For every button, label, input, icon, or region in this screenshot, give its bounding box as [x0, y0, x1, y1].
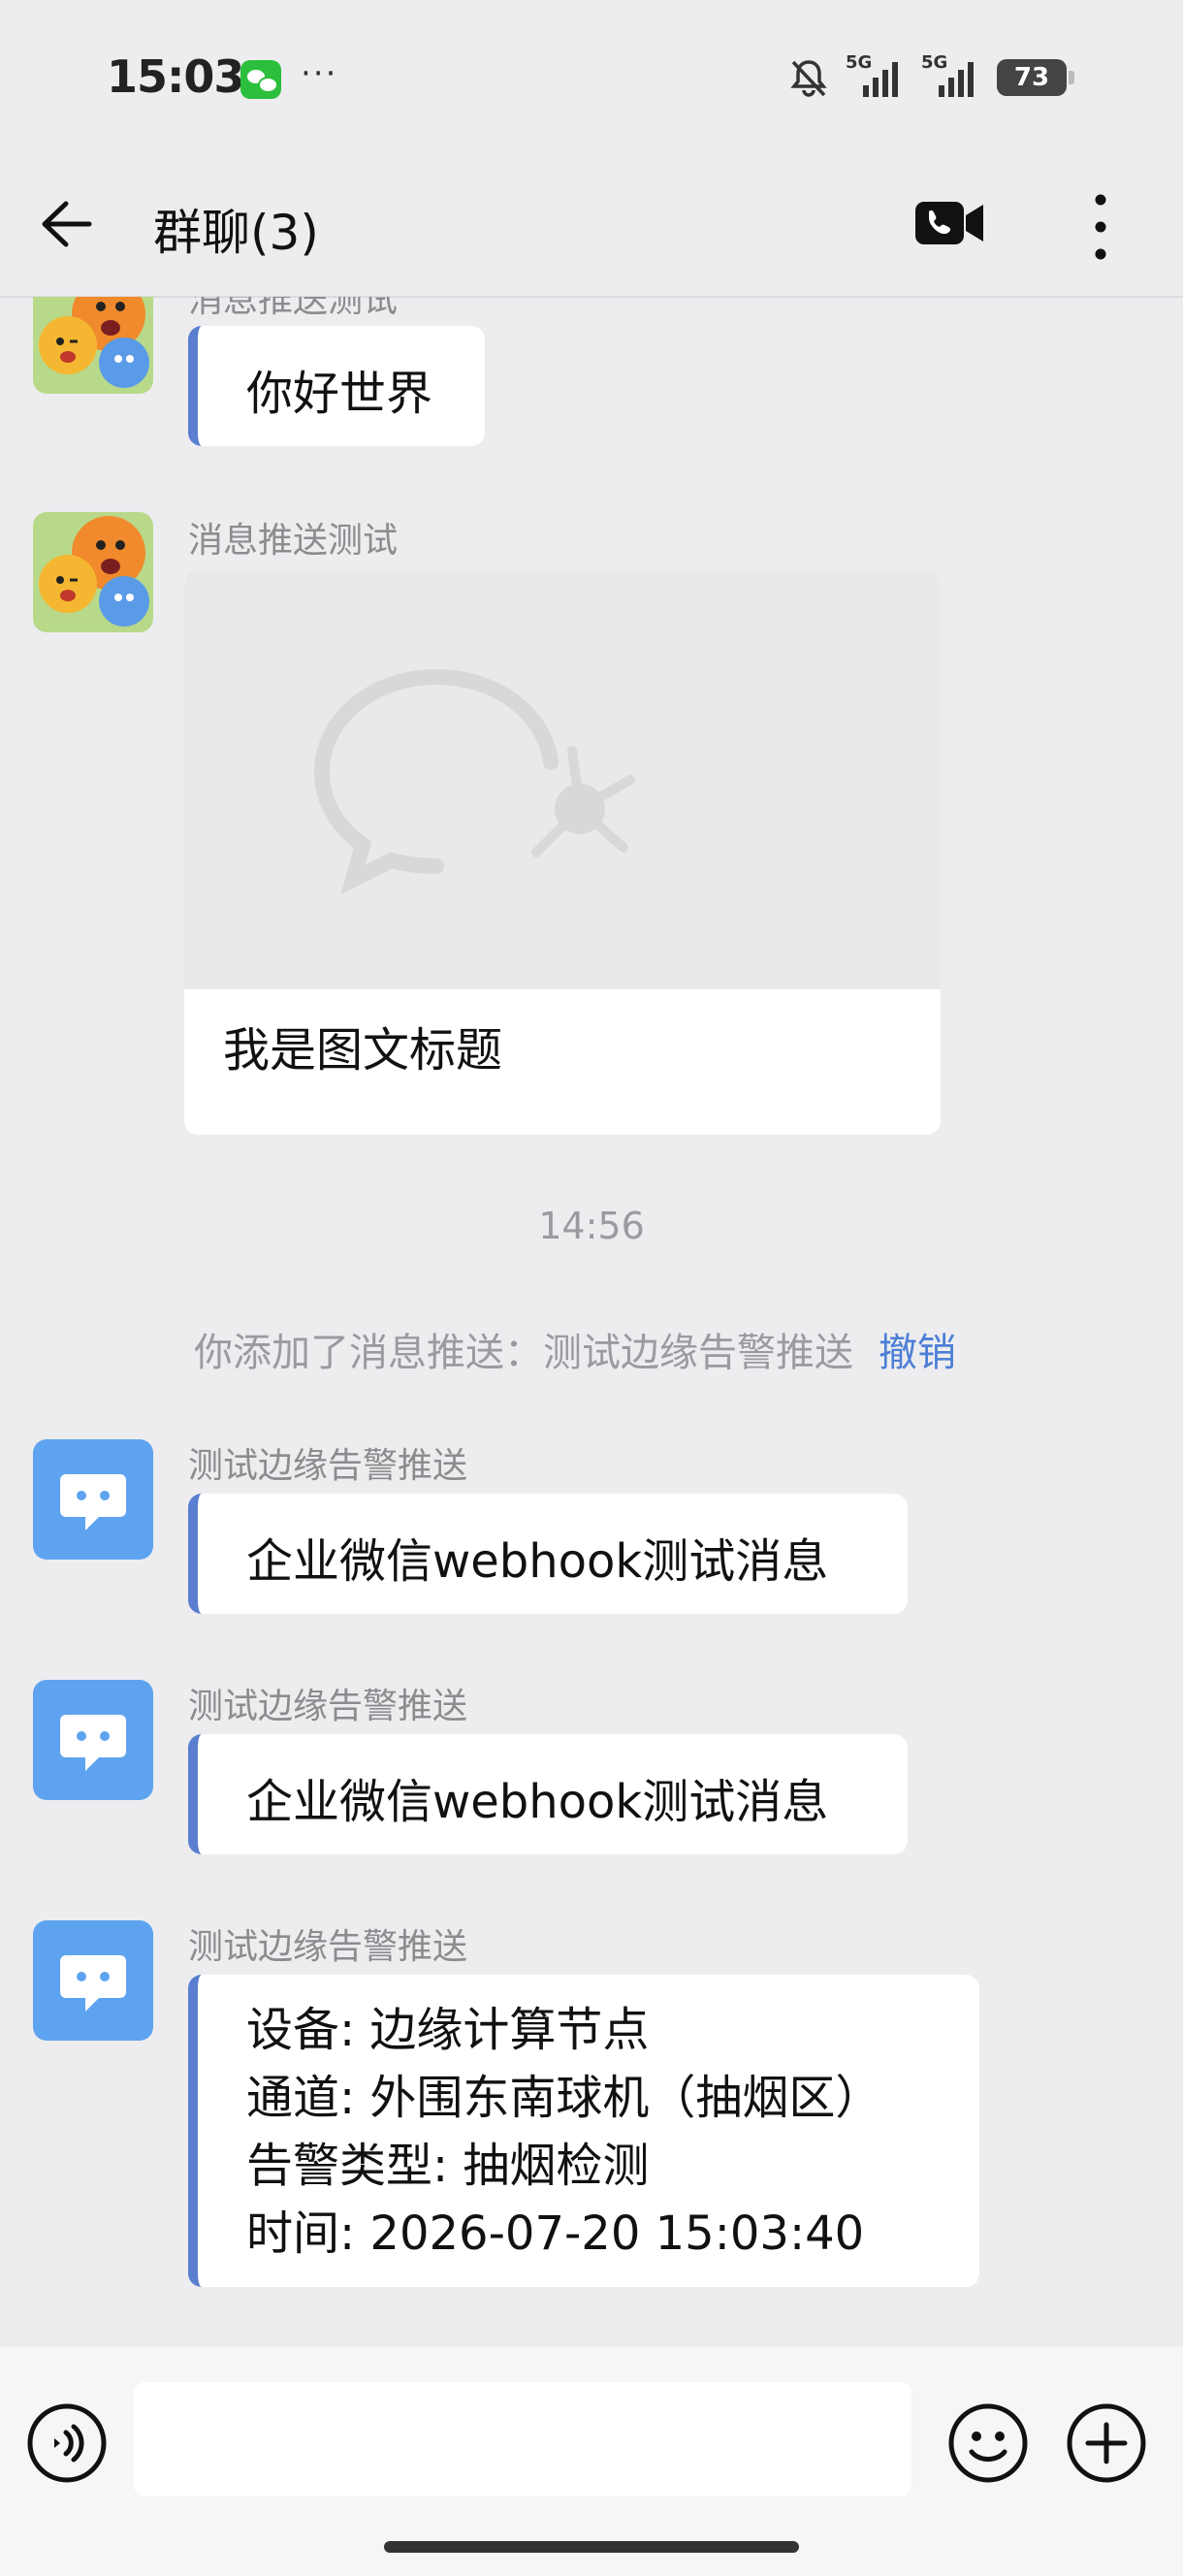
back-arrow-icon[interactable]: [35, 190, 103, 258]
avatar[interactable]: [33, 512, 153, 632]
chat-bubble-icon: [60, 1715, 126, 1771]
system-message: 你添加了消息推送：测试边缘告警推送 撤销: [194, 1321, 956, 1377]
plus-icon[interactable]: [1065, 2401, 1148, 2485]
message-text: 企业微信webhook测试消息: [246, 1534, 829, 1589]
message-bubble[interactable]: 企业微信webhook测试消息: [188, 1494, 908, 1614]
chat-title: 群聊(3): [153, 205, 319, 261]
message-bubble[interactable]: 你好世界: [188, 326, 485, 446]
message-text: 你好世界: [246, 367, 433, 421]
emoji-avatar-icon: [33, 512, 153, 632]
link-card[interactable]: 我是图文标题: [184, 570, 941, 1135]
sender-name: 消息推送测试: [188, 521, 399, 561]
wechat-placeholder-icon: [313, 669, 635, 895]
card-thumbnail: [184, 570, 941, 989]
message-bubble[interactable]: 设备: 边缘计算节点 通道: 外围东南球机（抽烟区） 告警类型: 抽烟检测 时间…: [188, 1975, 979, 2287]
system-icons: 5G 5G 73: [787, 52, 1074, 102]
avatar[interactable]: [33, 1439, 153, 1560]
emoji-avatar-icon: [33, 297, 153, 394]
alert-type-line: 告警类型: 抽烟检测: [246, 2139, 650, 2193]
notification-off-icon: [790, 60, 827, 97]
time-separator: 14:56: [538, 1205, 645, 1247]
message-list[interactable]: 消息推送测试 你好世界 消息推送测试 我是图文标题 14:56 你添加了消息推送…: [0, 297, 1183, 2347]
avatar[interactable]: [33, 1920, 153, 2041]
more-notifications-icon: ···: [301, 54, 338, 93]
chat-header: 群聊(3): [0, 155, 1183, 298]
message-bubble[interactable]: 企业微信webhook测试消息: [188, 1734, 908, 1854]
sender-name: 消息推送测试: [188, 297, 399, 320]
message-text: 设备: 边缘计算节点 通道: 外围东南球机（抽烟区） 告警类型: 抽烟检测 时间…: [246, 1996, 881, 2268]
home-indicator[interactable]: [384, 2541, 799, 2553]
alert-device-line: 设备: 边缘计算节点: [246, 2003, 650, 2057]
signal-icon: 5G: [921, 52, 981, 101]
sender-name: 测试边缘告警推送: [188, 1687, 468, 1726]
battery-icon: 73: [997, 59, 1074, 96]
video-call-icon[interactable]: [911, 194, 989, 252]
status-time: 15:03: [107, 50, 244, 103]
card-title: 我是图文标题: [223, 1023, 503, 1078]
avatar[interactable]: [33, 1680, 153, 1800]
sender-name: 测试边缘告警推送: [188, 1927, 468, 1967]
sender-name: 测试边缘告警推送: [188, 1446, 468, 1486]
input-bar: [0, 2347, 1183, 2576]
signal-icon: 5G: [846, 52, 906, 101]
system-message-text: 你添加了消息推送：测试边缘告警推送: [194, 1331, 853, 1375]
wechat-icon: [240, 60, 281, 99]
alert-time-line: 时间: 2026-07-20 15:03:40: [246, 2206, 865, 2261]
voice-icon[interactable]: [25, 2401, 109, 2485]
alert-channel-line: 通道: 外围东南球机（抽烟区）: [246, 2071, 882, 2125]
emoji-icon[interactable]: [946, 2401, 1030, 2485]
chat-bubble-icon: [60, 1474, 126, 1530]
more-vertical-icon[interactable]: [1076, 188, 1125, 266]
status-bar: 15:03 ··· 5G 5G 73: [0, 0, 1183, 155]
chat-bubble-icon: [60, 1955, 126, 2012]
undo-link[interactable]: 撤销: [879, 1331, 956, 1375]
message-input[interactable]: [134, 2382, 911, 2496]
message-text: 企业微信webhook测试消息: [246, 1775, 829, 1829]
avatar[interactable]: [33, 297, 153, 394]
